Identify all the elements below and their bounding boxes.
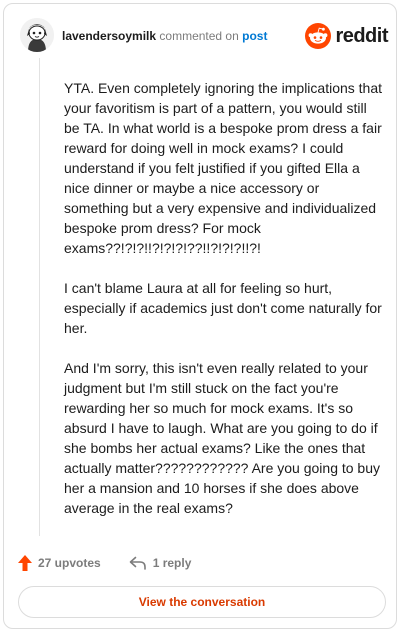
comment-paragraph-1: YTA. Even completely ignoring the implic… [64,80,383,256]
byline: lavendersoymilk commented on post [62,29,267,43]
user-avatar[interactable] [20,18,54,52]
comment-card: lavendersoymilk commented on post reddit… [3,3,397,629]
thread-line [39,58,40,536]
reply-arrow-icon [129,556,146,570]
commented-on-text: commented on [159,29,239,43]
reply-button[interactable]: 1 reply [129,556,192,570]
upvote-button[interactable]: 27 upvotes [18,555,101,571]
reddit-logo[interactable]: reddit [305,22,388,50]
reply-count: 1 reply [152,556,192,570]
comment-paragraph-2: I can't blame Laura at all for feeling s… [64,280,382,336]
comment-actions: 27 upvotes 1 reply [18,552,191,574]
reddit-logo-icon [305,23,332,49]
comment-body: YTA. Even completely ignoring the implic… [64,78,386,538]
view-conversation-button[interactable]: View the conversation [18,586,386,618]
username-link[interactable]: lavendersoymilk [62,29,156,43]
snoo-avatar-icon [20,18,54,52]
reddit-wordmark: reddit [335,24,388,47]
upvote-count: 27 upvotes [38,556,101,570]
post-link[interactable]: post [242,29,267,43]
comment-header: lavendersoymilk commented on post reddit [18,16,388,56]
upvote-arrow-icon [18,555,32,571]
comment-paragraph-3: And I'm sorry, this isn't even really re… [64,360,381,516]
